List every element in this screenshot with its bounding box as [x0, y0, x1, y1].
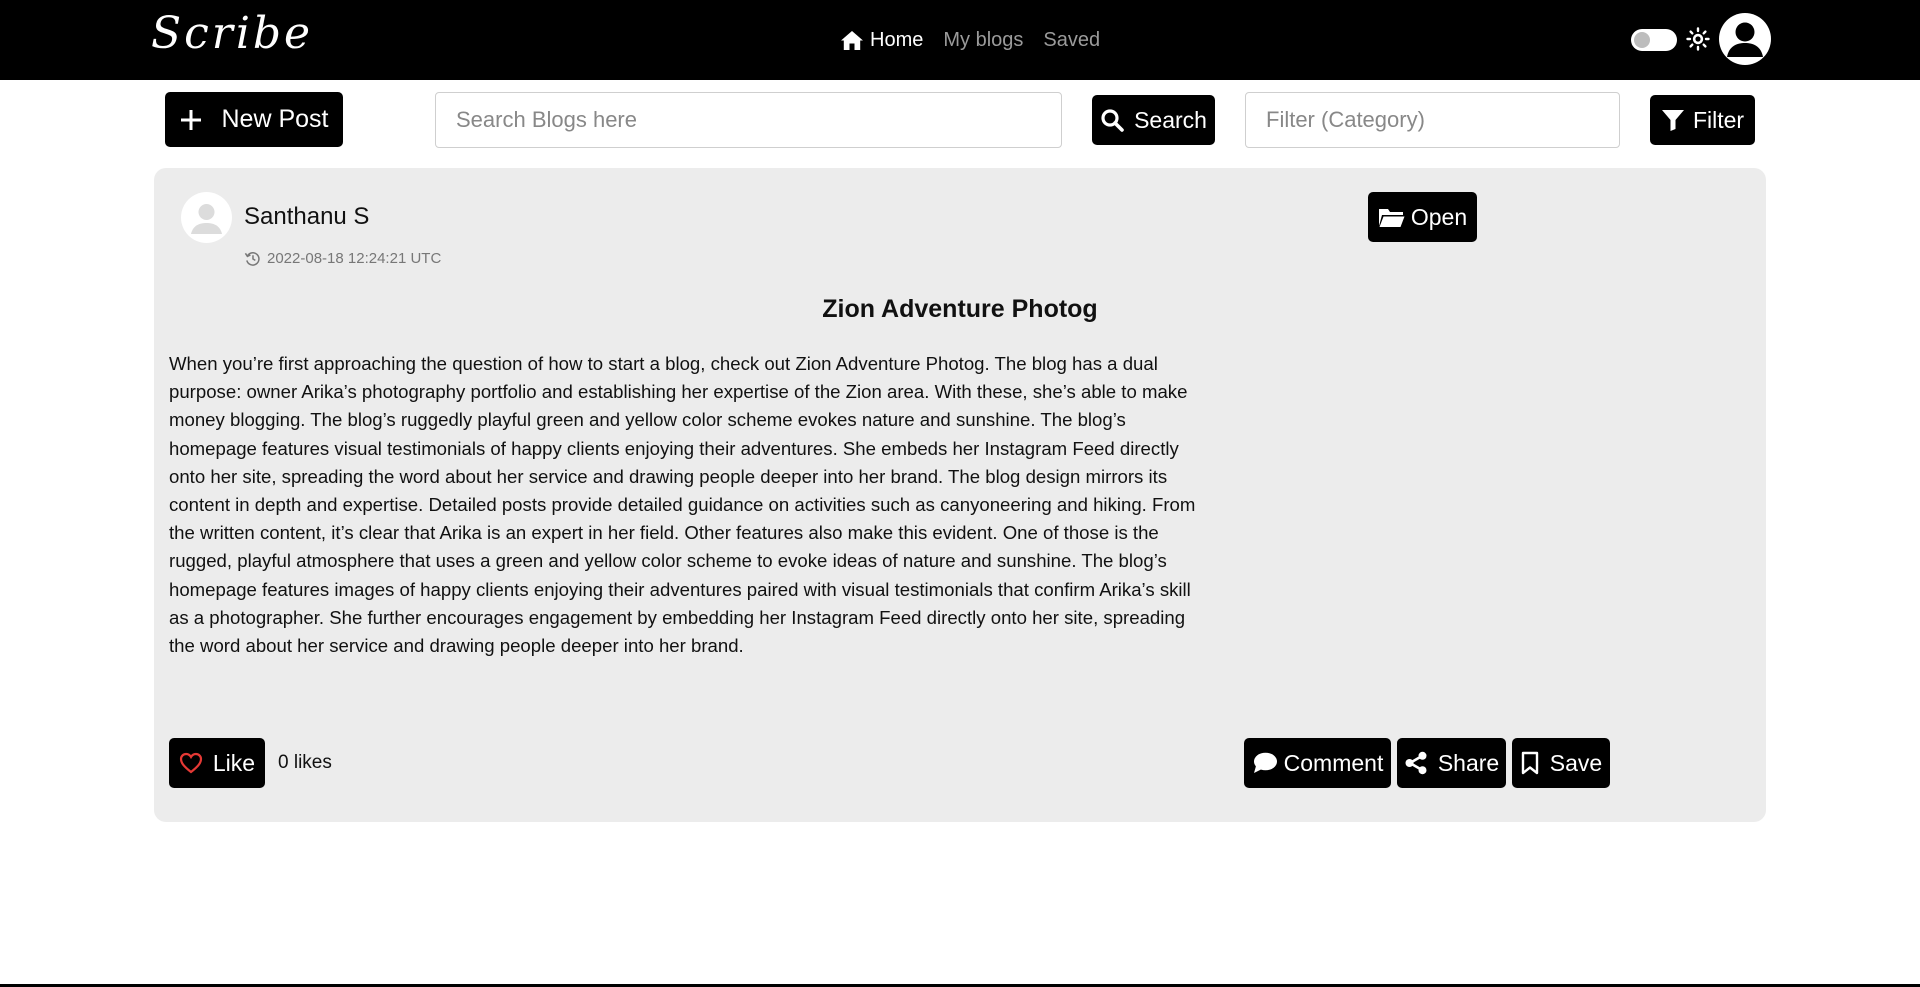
- nav-my-blogs[interactable]: My blogs: [943, 29, 1023, 52]
- user-avatar-icon: [1727, 22, 1763, 57]
- post-body: When you’re first approaching the questi…: [169, 353, 1196, 657]
- new-post-button[interactable]: New Post: [165, 92, 343, 147]
- comment-label: Comment: [1283, 749, 1384, 776]
- open-label: Open: [1410, 203, 1468, 230]
- bookmark-icon: [1521, 751, 1538, 775]
- open-post-button[interactable]: Open: [1368, 192, 1477, 242]
- search-icon: [1101, 109, 1124, 132]
- theme-toggle-knob: [1634, 32, 1650, 48]
- share-button[interactable]: Share: [1397, 738, 1506, 788]
- history-icon: [244, 252, 260, 266]
- plus-icon: [180, 109, 201, 130]
- search-button[interactable]: Search: [1092, 95, 1215, 145]
- user-placeholder-icon: [191, 204, 222, 234]
- nav-links: Home My blogs Saved: [840, 26, 1100, 54]
- filter-label: Filter: [1692, 106, 1745, 133]
- filter-icon: [1661, 110, 1684, 131]
- save-button[interactable]: Save: [1512, 738, 1610, 788]
- sun-icon[interactable]: [1686, 27, 1710, 51]
- comment-icon: [1253, 752, 1277, 773]
- post-timestamp: 2022-08-18 12:24:21 UTC: [244, 250, 441, 267]
- profile-avatar[interactable]: [1719, 13, 1771, 65]
- save-label: Save: [1549, 749, 1603, 776]
- heart-icon: [179, 752, 202, 774]
- share-icon: [1405, 751, 1427, 775]
- home-icon: [841, 31, 863, 50]
- author-name[interactable]: Santhanu S: [244, 203, 369, 231]
- new-post-label: New Post: [221, 105, 329, 133]
- post-title: Zion Adventure Photog: [822, 295, 1098, 323]
- share-label: Share: [1437, 749, 1500, 776]
- like-label: Like: [212, 749, 256, 776]
- nav-home[interactable]: Home: [840, 29, 923, 52]
- search-label: Search: [1134, 106, 1207, 133]
- likes-count: 0 likes: [278, 752, 332, 773]
- nav-saved[interactable]: Saved: [1043, 29, 1100, 52]
- theme-toggle[interactable]: [1631, 29, 1677, 51]
- nav-saved-label: Saved: [1043, 28, 1101, 51]
- timestamp-text: 2022-08-18 12:24:21 UTC: [267, 250, 442, 267]
- nav-home-label: Home: [870, 28, 924, 51]
- folder-open-icon: [1378, 209, 1405, 227]
- author-avatar: [181, 192, 232, 243]
- filter-category-input[interactable]: [1245, 92, 1620, 148]
- like-button[interactable]: Like: [169, 738, 265, 788]
- filter-button[interactable]: Filter: [1650, 95, 1755, 145]
- brand-logo[interactable]: Scribe: [151, 8, 313, 59]
- comment-button[interactable]: Comment: [1244, 738, 1391, 788]
- search-input[interactable]: [435, 92, 1062, 148]
- nav-my-blogs-label: My blogs: [943, 28, 1024, 51]
- top-navbar: Scribe Home My blogs Saved: [0, 0, 1920, 80]
